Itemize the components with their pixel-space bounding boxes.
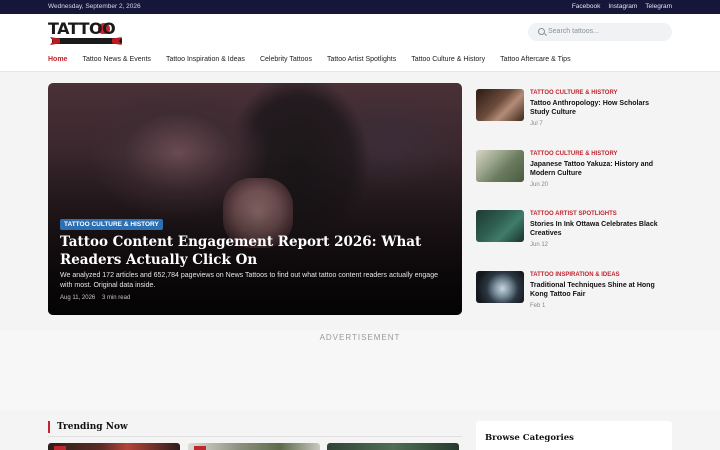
post-title[interactable]: Stories In Ink Ottawa Celebrates Black C… bbox=[530, 220, 670, 238]
telegram-link[interactable]: Telegram bbox=[645, 3, 672, 10]
featured-meta: Aug 11, 2026 3 min read bbox=[60, 295, 130, 301]
trending-badge bbox=[54, 446, 66, 450]
nav-item-artist-spotlights[interactable]: Tattoo Artist Spotlights bbox=[327, 56, 396, 63]
top-bar: Wednesday, September 2, 2026 Facebook In… bbox=[0, 0, 720, 14]
side-post[interactable]: TATTOO CULTURE & HISTORY Japanese Tattoo… bbox=[476, 150, 672, 192]
post-thumbnail[interactable] bbox=[476, 89, 524, 121]
search-icon bbox=[538, 28, 545, 35]
featured-date: Aug 11, 2026 bbox=[60, 295, 96, 301]
widget-title: Browse Categories bbox=[485, 433, 574, 443]
post-date: Jun 12 bbox=[530, 242, 549, 248]
side-post[interactable]: TATTOO INSPIRATION & IDEAS Traditional T… bbox=[476, 271, 672, 313]
post-thumbnail[interactable] bbox=[476, 150, 524, 182]
featured-article[interactable]: TATTOO CULTURE & HISTORY Tattoo Content … bbox=[48, 83, 462, 315]
logo-banner bbox=[52, 38, 122, 44]
post-title[interactable]: Japanese Tattoo Yakuza: History and Mode… bbox=[530, 160, 670, 178]
trending-card[interactable] bbox=[48, 443, 180, 450]
section-title-trending: Trending Now bbox=[48, 421, 128, 433]
post-date: Jul 7 bbox=[530, 121, 543, 127]
instagram-link[interactable]: Instagram bbox=[608, 3, 637, 10]
post-date: Feb 1 bbox=[530, 303, 546, 309]
nav-item-culture-history[interactable]: Tattoo Culture & History bbox=[411, 56, 485, 63]
post-date: Jun 20 bbox=[530, 182, 549, 188]
trending-card[interactable] bbox=[327, 443, 459, 450]
main-nav: Home Tattoo News & Events Tattoo Inspira… bbox=[48, 56, 586, 63]
logo-text: TATTOO bbox=[48, 19, 116, 38]
category-badge[interactable]: TATTOO CULTURE & HISTORY bbox=[60, 219, 163, 230]
post-category[interactable]: TATTOO INSPIRATION & IDEAS bbox=[530, 272, 620, 278]
ad-label: ADVERTISEMENT bbox=[319, 333, 401, 342]
post-category[interactable]: TATTOO CULTURE & HISTORY bbox=[530, 90, 618, 96]
post-title[interactable]: Traditional Techniques Shine at Hong Kon… bbox=[530, 281, 670, 299]
search-placeholder: Search tattoos... bbox=[548, 28, 599, 35]
featured-title[interactable]: Tattoo Content Engagement Report 2026: W… bbox=[60, 233, 450, 269]
post-title[interactable]: Tattoo Anthropology: How Scholars Study … bbox=[530, 99, 670, 117]
featured-excerpt: We analyzed 172 articles and 652,784 pag… bbox=[60, 272, 438, 289]
site-logo[interactable]: TATTOO bbox=[48, 20, 124, 46]
post-thumbnail[interactable] bbox=[476, 210, 524, 242]
post-category[interactable]: TATTOO ARTIST SPOTLIGHTS bbox=[530, 211, 617, 217]
current-date: Wednesday, September 2, 2026 bbox=[48, 3, 141, 10]
featured-read-time: 3 min read bbox=[101, 295, 131, 301]
facebook-link[interactable]: Facebook bbox=[572, 3, 601, 10]
browse-categories-widget: Browse Categories bbox=[476, 421, 672, 450]
trending-badge bbox=[194, 446, 206, 450]
social-links: Facebook Instagram Telegram bbox=[572, 3, 672, 10]
nav-item-inspiration[interactable]: Tattoo Inspiration & Ideas bbox=[166, 56, 245, 63]
nav-item-home[interactable]: Home bbox=[48, 56, 67, 63]
nav-item-aftercare[interactable]: Tattoo Aftercare & Tips bbox=[500, 56, 570, 63]
trending-card[interactable] bbox=[188, 443, 320, 450]
post-category[interactable]: TATTOO CULTURE & HISTORY bbox=[530, 151, 618, 157]
site-header: TATTOO Search tattoos... Home Tattoo New… bbox=[0, 14, 720, 72]
ad-slot: ADVERTISEMENT bbox=[0, 330, 720, 410]
side-post[interactable]: TATTOO CULTURE & HISTORY Tattoo Anthropo… bbox=[476, 89, 672, 131]
nav-item-celebrity[interactable]: Celebrity Tattoos bbox=[260, 56, 312, 63]
nav-item-news-events[interactable]: Tattoo News & Events bbox=[82, 56, 150, 63]
search-input[interactable]: Search tattoos... bbox=[528, 23, 672, 41]
side-post[interactable]: TATTOO ARTIST SPOTLIGHTS Stories In Ink … bbox=[476, 210, 672, 252]
post-thumbnail[interactable] bbox=[476, 271, 524, 303]
section-divider bbox=[48, 436, 462, 437]
